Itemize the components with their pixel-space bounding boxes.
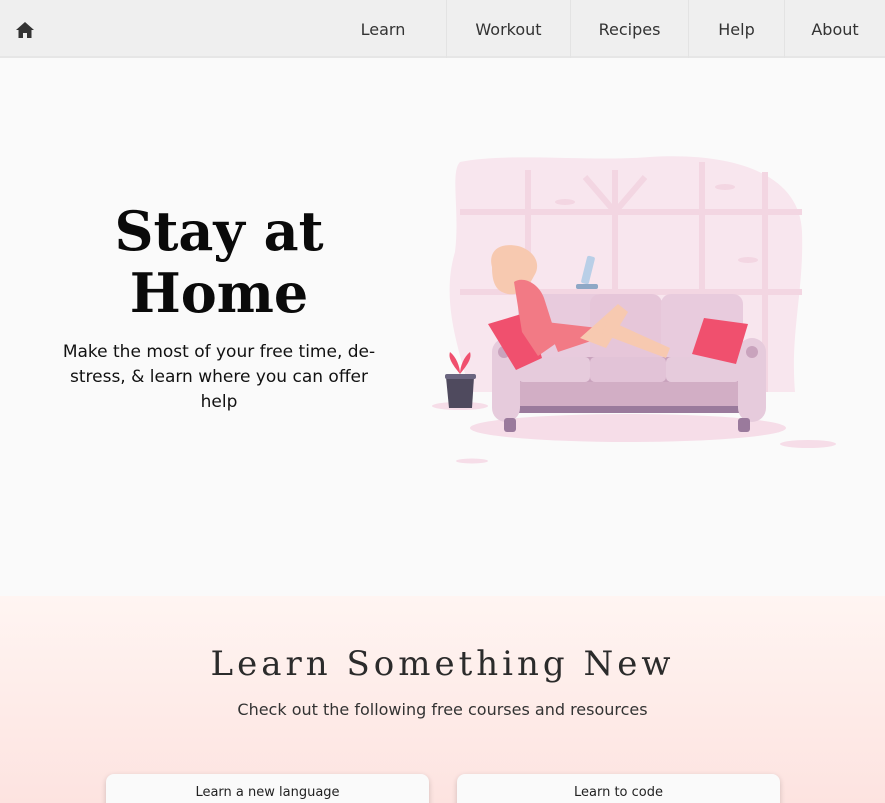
hero-subtitle: Make the most of your free time, de-stre… (62, 342, 376, 412)
home-icon[interactable] (14, 20, 36, 40)
hero-title: Stay at Home (60, 200, 378, 324)
learn-section: Learn Something New Check out the follow… (0, 596, 885, 803)
navbar: Learn Workout Recipes Help About (0, 0, 885, 58)
nav-recipes[interactable]: Recipes (570, 0, 688, 58)
hero-title-line2: Home (129, 261, 309, 325)
learn-section-title: Learn Something New (210, 644, 675, 684)
hero-title-line1: Stay at (114, 199, 324, 263)
nav-workout[interactable]: Workout (446, 0, 570, 58)
card-learn-to-code[interactable]: Learn to code (457, 774, 780, 803)
nav-links: Learn Workout Recipes Help About (320, 0, 885, 58)
hero-section: Stay at Home Make the most of your free … (0, 60, 885, 596)
nav-about[interactable]: About (784, 0, 885, 58)
nav-help[interactable]: Help (688, 0, 784, 58)
nav-learn[interactable]: Learn (320, 0, 446, 58)
card-learn-language[interactable]: Learn a new language (106, 774, 429, 803)
woman-on-sofa-illustration (432, 156, 836, 464)
learn-section-subtitle: Check out the following free courses and… (237, 700, 648, 719)
